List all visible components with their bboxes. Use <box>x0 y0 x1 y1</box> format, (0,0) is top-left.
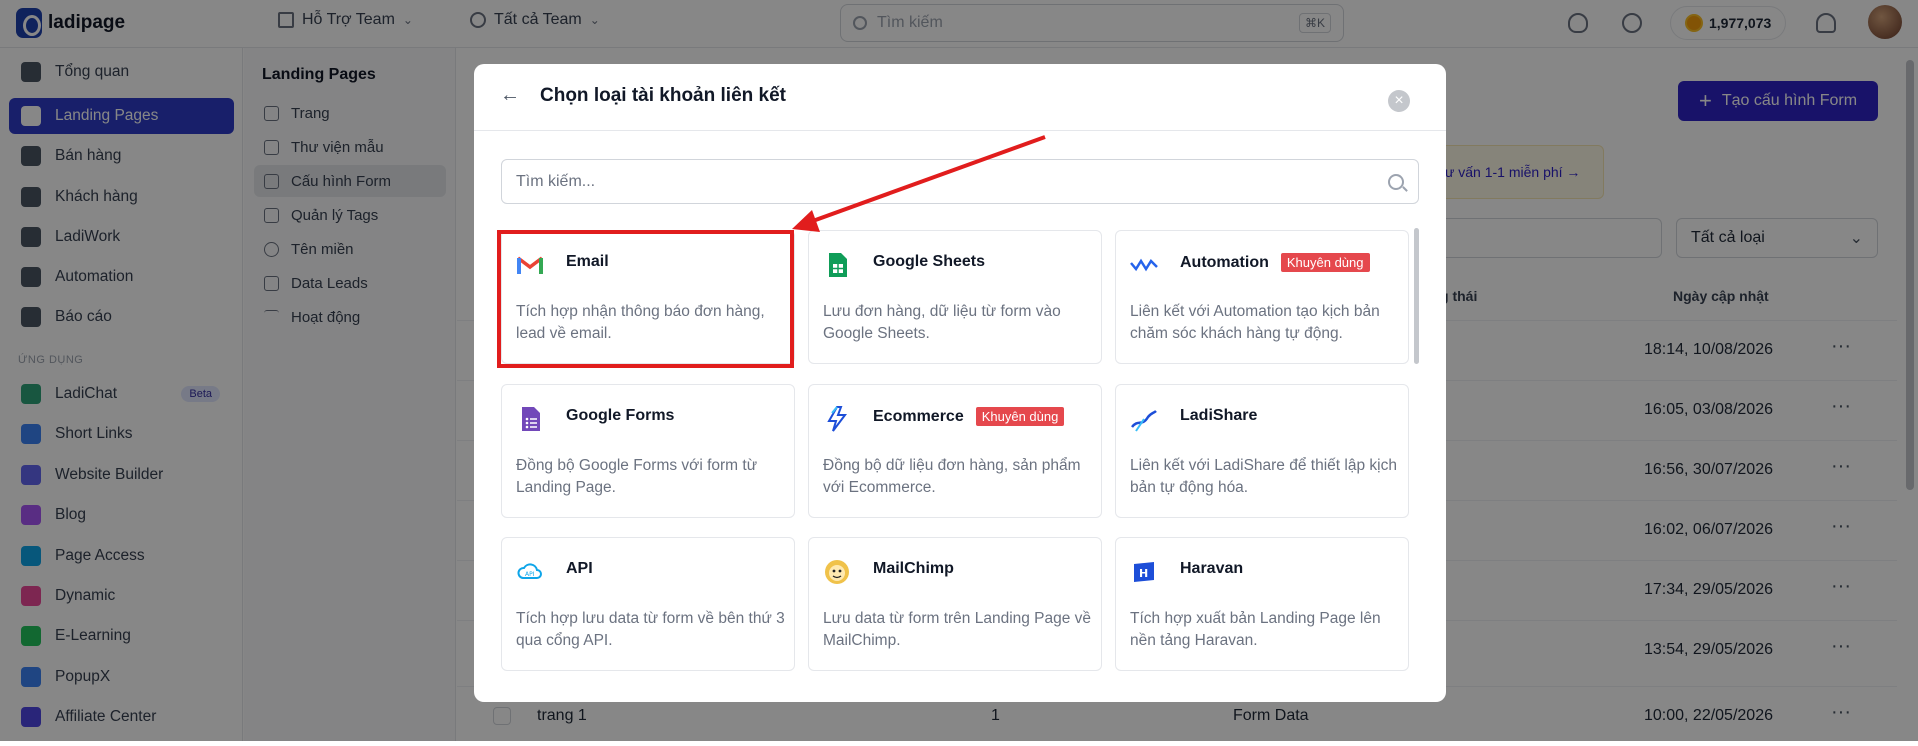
card-title-text: LadiShare <box>1180 407 1258 424</box>
card-title: MailChimp <box>873 560 954 578</box>
haravan-icon: H <box>1134 562 1154 582</box>
modal-search-input[interactable]: Tìm kiếm... <box>501 159 1419 204</box>
integration-card-google-forms[interactable]: Google Forms Đồng bộ Google Forms với fo… <box>501 384 795 518</box>
integration-card-mailchimp[interactable]: MailChimp Lưu data từ form trên Landing … <box>808 537 1102 671</box>
integration-card-api[interactable]: API API Tích hợp lưu data từ form về bên… <box>501 537 795 671</box>
card-title: Google Forms <box>566 407 674 425</box>
card-title-text: Automation <box>1180 253 1269 271</box>
card-description: Liên kết với Automation tạo kịch bản chă… <box>1130 303 1380 342</box>
card-description: Tích hợp lưu data từ form về bên thứ 3 q… <box>516 610 785 649</box>
ladishare-icon <box>1131 410 1157 432</box>
modal-search-placeholder: Tìm kiếm... <box>516 172 596 190</box>
back-arrow-icon[interactable]: ← <box>500 84 520 107</box>
card-description: Lưu data từ form trên Landing Page về Ma… <box>823 610 1092 649</box>
card-title-text: Ecommerce <box>873 407 964 425</box>
card-title-text: MailChimp <box>873 560 954 577</box>
card-title: Haravan <box>1180 560 1243 578</box>
svg-text:API: API <box>525 571 535 578</box>
card-description: Tích hợp xuất bản Landing Page lên nền t… <box>1130 610 1381 649</box>
card-title: Automation Khuyên dùng <box>1180 253 1370 272</box>
card-title: LadiShare <box>1180 407 1257 425</box>
integration-card-ecommerce[interactable]: Ecommerce Khuyên dùng Đồng bộ dữ liệu đơn… <box>808 384 1102 518</box>
card-title-text: Haravan <box>1180 560 1244 577</box>
modal-title: Chọn loại tài khoản liên kết <box>540 85 786 106</box>
modal-header: ← Chọn loại tài khoản liên kết × <box>474 64 1446 131</box>
mailchimp-icon <box>825 560 849 584</box>
card-description: Đồng bộ Google Forms với form từ Landing… <box>516 457 758 496</box>
svg-text:H: H <box>1139 567 1148 580</box>
integration-card-google-sheets[interactable]: Google Sheets Lưu đơn hàng, dữ liệu từ f… <box>808 230 1102 364</box>
card-description: Lưu đơn hàng, dữ liệu từ form vào Google… <box>823 303 1061 342</box>
api-cloud-icon: API <box>517 563 542 579</box>
integration-card-automation[interactable]: Automation Khuyên dùng Liên kết với Autom… <box>1115 230 1409 364</box>
integration-card-ladishare[interactable]: LadiShare Liên kết với LadiShare để thiế… <box>1115 384 1409 518</box>
card-title-text: Google Forms <box>566 407 675 424</box>
card-description: Liên kết với LadiShare để thiết lập kịch… <box>1130 457 1397 496</box>
card-title: API <box>566 560 593 578</box>
search-icon <box>1388 173 1404 190</box>
ecommerce-icon <box>827 406 847 432</box>
automation-icon <box>1130 258 1158 272</box>
card-title: Ecommerce Khuyên dùng <box>873 407 1065 426</box>
card-title-text: Google Sheets <box>873 253 986 270</box>
email-card-highlight <box>497 230 794 368</box>
google-sheets-icon <box>829 253 847 277</box>
modal-scrollbar[interactable] <box>1414 228 1419 364</box>
link-account-type-modal: ← Chọn loại tài khoản liên kết × Tìm kiế… <box>474 64 1446 702</box>
card-title: Google Sheets <box>873 253 985 271</box>
close-icon[interactable]: × <box>1388 90 1410 112</box>
recommended-badge: Khuyên dùng <box>975 407 1065 426</box>
google-forms-icon <box>522 407 540 431</box>
card-title-text: API <box>566 560 593 577</box>
recommended-badge: Khuyên dùng <box>1280 253 1370 272</box>
integration-card-haravan[interactable]: H Haravan Tích hợp xuất bản Landing Page… <box>1115 537 1409 671</box>
card-description: Đồng bộ dữ liệu đơn hàng, sản phẩm với E… <box>823 457 1081 496</box>
